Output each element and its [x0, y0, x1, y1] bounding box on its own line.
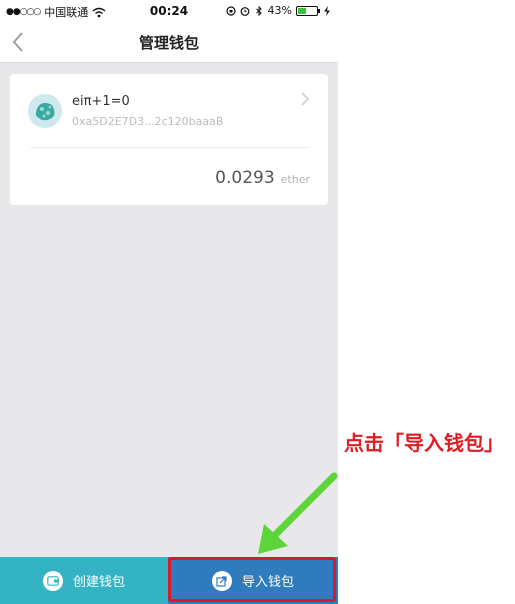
- rotation-lock-icon: [225, 5, 236, 16]
- bottom-bar: 创建钱包 导入钱包: [0, 557, 338, 604]
- wallet-card[interactable]: eiπ+1=0 0xa5D2E7D3...2c120baaaB 0.0293 e…: [10, 74, 328, 205]
- battery-tip: [318, 8, 320, 13]
- balance-unit: ether: [280, 173, 310, 186]
- bluetooth-icon: [255, 5, 262, 16]
- status-bar: ●●○○○ 中国联通 00:24 43%: [0, 0, 338, 22]
- battery-fill: [298, 7, 306, 14]
- nav-bar: 管理钱包: [0, 22, 338, 63]
- battery-icon: [296, 5, 320, 16]
- create-wallet-label: 创建钱包: [72, 575, 125, 590]
- wallet-avatar: [28, 94, 62, 128]
- wallet-balance: 0.0293 ether: [215, 168, 310, 188]
- wallet-icon: [42, 570, 63, 591]
- wallet-name: eiπ+1=0: [72, 94, 130, 109]
- import-wallet-button[interactable]: 导入钱包: [168, 557, 338, 604]
- import-icon: [211, 570, 232, 591]
- charging-icon: [324, 5, 330, 16]
- wallet-address: 0xa5D2E7D3...2c120baaaB: [72, 115, 224, 128]
- page-title: 管理钱包: [138, 34, 199, 52]
- create-wallet-button[interactable]: 创建钱包: [0, 557, 168, 604]
- balance-value: 0.0293: [215, 168, 275, 188]
- battery-percent: 43%: [267, 4, 292, 17]
- alarm-icon: [240, 6, 249, 16]
- card-divider: [30, 147, 308, 148]
- wallet-avatar-pattern-icon: [28, 94, 62, 128]
- green-arrow-icon: [258, 472, 338, 554]
- status-right: 43%: [225, 4, 332, 17]
- annotation-text: 点击「导入钱包」: [344, 431, 504, 455]
- chevron-right-icon: [301, 92, 310, 106]
- import-wallet-label: 导入钱包: [241, 575, 294, 590]
